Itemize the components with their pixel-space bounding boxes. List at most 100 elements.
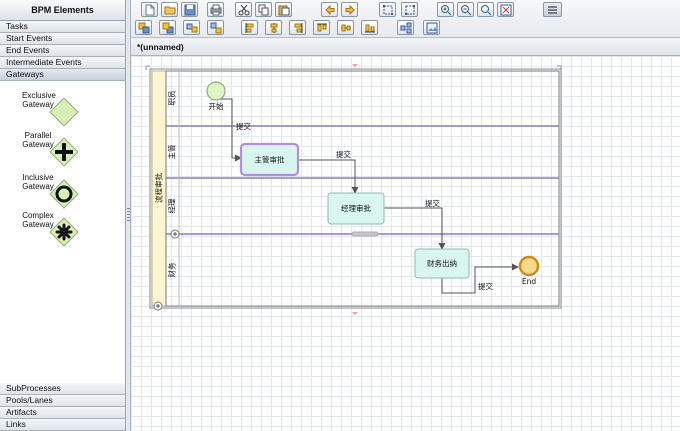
resize-bottom-arrow-icon[interactable] <box>352 312 358 315</box>
bpm-palette: BPM Elements Tasks Start Events End Even… <box>0 0 126 431</box>
layout-icon <box>400 22 412 34</box>
fit-selection-button[interactable] <box>401 2 418 17</box>
zoom-fit-icon <box>500 4 512 16</box>
toggle-grid-button[interactable] <box>543 2 562 17</box>
cut-button[interactable] <box>235 2 252 17</box>
align-left-button[interactable] <box>241 20 258 35</box>
palette-section-tasks[interactable]: Tasks <box>0 21 125 33</box>
align-top-button[interactable] <box>313 20 330 35</box>
palette-section-artifacts[interactable]: Artifacts <box>0 407 125 419</box>
open-folder-icon <box>164 6 176 15</box>
flow-label-4: 提交 <box>478 281 493 291</box>
flow-task2-to-task3[interactable] <box>384 207 446 250</box>
select-all-button[interactable] <box>379 2 396 17</box>
zoom-out-button[interactable] <box>457 2 474 17</box>
task-manager-approval[interactable]: 经理审批 <box>327 192 385 225</box>
align-center-icon <box>270 23 278 33</box>
palette-section-gateways[interactable]: Gateways <box>0 69 125 81</box>
export-image-button[interactable] <box>423 20 440 35</box>
end-event[interactable]: End <box>518 255 540 286</box>
palette-bottom-sections: SubProcesses Pools/Lanes Artifacts Links <box>0 383 125 431</box>
align-right-icon <box>294 23 303 33</box>
lane-label-finance: 财务 <box>167 262 177 277</box>
zoom-actual-icon <box>481 5 492 16</box>
toolbar <box>131 0 680 38</box>
palette-section-intermediate-events[interactable]: Intermediate Events <box>0 57 125 69</box>
palette-section-links[interactable]: Links <box>0 419 125 431</box>
flow-task1-to-task2[interactable] <box>298 159 359 194</box>
inclusive-gateway-icon <box>49 179 79 209</box>
save-button[interactable] <box>181 2 198 17</box>
ungroup-icon <box>210 22 222 34</box>
new-button[interactable] <box>141 2 158 17</box>
zoom-in-icon <box>441 5 452 16</box>
align-right-button[interactable] <box>289 20 306 35</box>
send-back-button[interactable] <box>159 20 176 35</box>
group-icon <box>186 23 198 33</box>
zoom-out-icon <box>461 5 472 16</box>
task-finance-payout[interactable]: 财务出纳 <box>414 248 470 279</box>
lane-label-staff: 职员 <box>168 90 177 105</box>
end-event-label: End <box>522 277 536 286</box>
flow-label-1: 提交 <box>236 121 251 131</box>
print-icon <box>210 4 222 16</box>
open-button[interactable] <box>161 2 178 17</box>
paste-button[interactable] <box>275 2 292 17</box>
save-icon <box>184 4 196 16</box>
align-top-icon <box>317 23 327 32</box>
zoom-in-button[interactable] <box>437 2 454 17</box>
group-button[interactable] <box>183 20 200 35</box>
select-all-icon <box>383 5 393 15</box>
editor-tab-title[interactable]: *(unnamed) <box>137 42 184 52</box>
pool-name: 流程审批 <box>154 173 164 203</box>
palette-section-pools-lanes[interactable]: Pools/Lanes <box>0 395 125 407</box>
start-event[interactable]: 开始 <box>206 81 226 111</box>
print-button[interactable] <box>207 2 224 17</box>
auto-layout-button[interactable] <box>397 20 414 35</box>
palette-section-start-events[interactable]: Start Events <box>0 33 125 45</box>
parallel-gateway-icon <box>49 137 79 167</box>
lane-finance[interactable] <box>165 233 560 307</box>
palette-section-end-events[interactable]: End Events <box>0 45 125 57</box>
diagram-canvas[interactable]: 流程审批 职员 主管 经理 财务 提交 提交 提交 提交 开始 主管审批 经理审… <box>131 56 680 431</box>
redo-icon <box>345 4 355 16</box>
copy-button[interactable] <box>255 2 272 17</box>
start-event-label: 开始 <box>209 101 224 111</box>
lane-supervisor[interactable] <box>165 125 560 179</box>
align-middle-icon <box>341 24 351 32</box>
gateways-panel: Exclusive Gateway Parallel Gateway Inclu… <box>0 81 125 391</box>
cut-icon <box>238 4 250 16</box>
task-label: 财务出纳 <box>427 258 457 268</box>
copy-icon <box>258 4 269 16</box>
ungroup-button[interactable] <box>207 20 224 35</box>
pool-add-icon[interactable] <box>153 301 163 311</box>
toggle-grid-icon <box>548 6 557 14</box>
zoom-fit-button[interactable] <box>497 2 514 17</box>
paste-icon <box>278 5 290 16</box>
task-label: 经理审批 <box>341 203 371 213</box>
palette-title: BPM Elements <box>0 0 125 21</box>
export-image-icon <box>426 22 438 34</box>
undo-button[interactable] <box>321 2 338 17</box>
align-left-icon <box>245 23 254 33</box>
align-bottom-button[interactable] <box>361 20 378 35</box>
bpmn-diagram[interactable]: 流程审批 职员 主管 经理 财务 提交 提交 提交 提交 开始 主管审批 经理审… <box>131 56 680 431</box>
resize-top-arrow-icon[interactable] <box>352 64 358 67</box>
lane-label-manager: 经理 <box>167 198 177 213</box>
lane-add-icon[interactable] <box>170 229 180 239</box>
undo-icon <box>325 4 335 16</box>
align-bottom-icon <box>365 24 375 33</box>
zoom-actual-button[interactable] <box>477 2 494 17</box>
align-middle-button[interactable] <box>337 20 354 35</box>
exclusive-gateway-icon <box>49 97 79 127</box>
lane-resize-handle[interactable] <box>351 231 379 237</box>
back-icon <box>162 22 174 34</box>
palette-section-subprocesses[interactable]: SubProcesses <box>0 383 125 395</box>
bring-front-button[interactable] <box>135 20 152 35</box>
new-file-icon <box>145 4 155 16</box>
complex-gateway-icon <box>49 217 79 247</box>
task-supervisor-approval[interactable]: 主管审批 <box>239 142 300 177</box>
redo-button[interactable] <box>341 2 358 17</box>
editor-tab-bar: *(unnamed) <box>131 38 680 56</box>
align-center-button[interactable] <box>265 20 282 35</box>
